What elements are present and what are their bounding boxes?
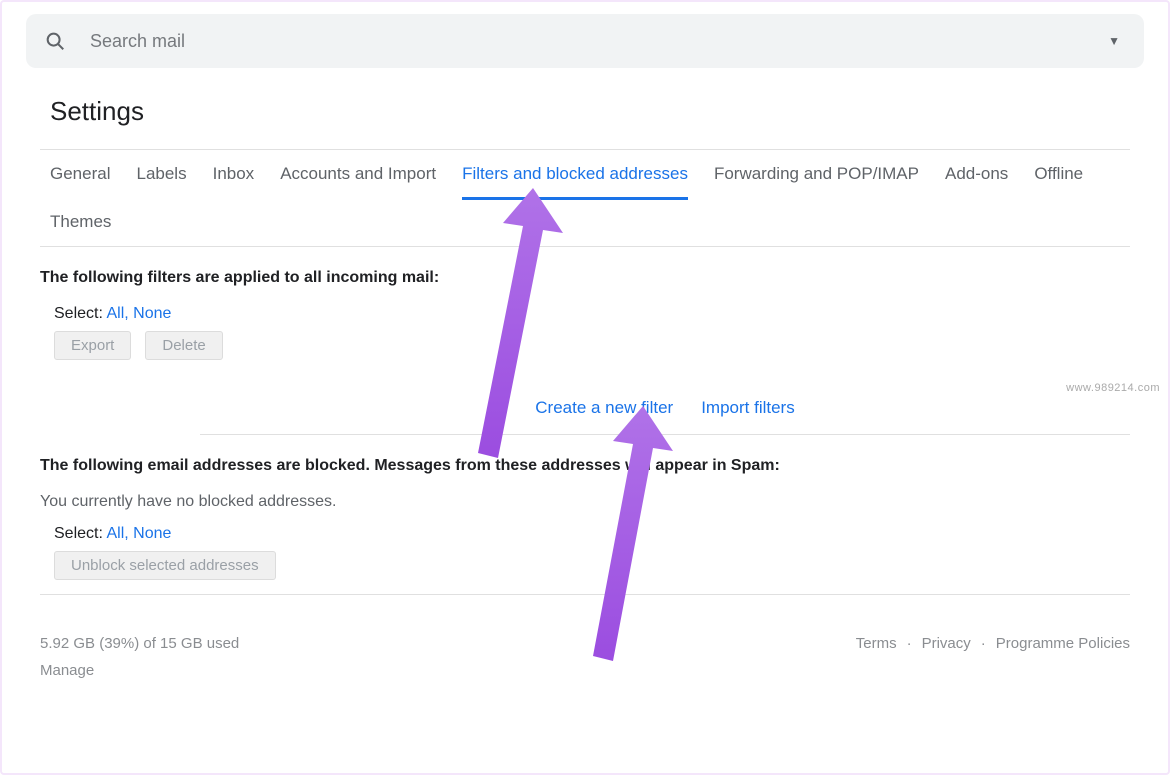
search-icon — [44, 30, 66, 52]
filters-section: The following filters are applied to all… — [40, 247, 1130, 374]
search-bar[interactable]: ▼ — [26, 14, 1144, 68]
manage-storage-link[interactable]: Manage — [40, 662, 239, 679]
tab-labels[interactable]: Labels — [136, 164, 186, 184]
filter-action-links: Create a new filter Import filters — [200, 374, 1130, 435]
delete-button[interactable]: Delete — [145, 331, 222, 360]
terms-link[interactable]: Terms — [856, 635, 897, 679]
create-new-filter-link[interactable]: Create a new filter — [535, 398, 673, 418]
programme-policies-link[interactable]: Programme Policies — [996, 635, 1130, 679]
privacy-link[interactable]: Privacy — [922, 635, 971, 679]
blocked-heading: The following email addresses are blocke… — [40, 457, 1130, 475]
blocked-empty-text: You currently have no blocked addresses. — [40, 493, 1130, 511]
tab-themes[interactable]: Themes — [50, 212, 111, 232]
blocked-select-row: Select: All, None — [54, 525, 1130, 543]
settings-tabs: General Labels Inbox Accounts and Import… — [40, 149, 1130, 247]
filters-heading: The following filters are applied to all… — [40, 269, 1130, 287]
tab-addons[interactable]: Add-ons — [945, 164, 1008, 184]
unblock-button[interactable]: Unblock selected addresses — [54, 551, 276, 580]
blocked-section: The following email addresses are blocke… — [40, 435, 1130, 595]
select-label: Select: — [54, 525, 103, 542]
tab-offline[interactable]: Offline — [1034, 164, 1083, 184]
select-label: Select: — [54, 305, 103, 322]
page-title: Settings — [50, 96, 1144, 127]
tab-inbox[interactable]: Inbox — [213, 164, 255, 184]
import-filters-link[interactable]: Import filters — [701, 398, 795, 418]
watermark-text: www.989214.com — [1066, 382, 1160, 394]
tab-filters-blocked[interactable]: Filters and blocked addresses — [462, 164, 688, 184]
select-all-link[interactable]: All — [106, 305, 124, 322]
select-none-link[interactable]: None — [133, 525, 171, 542]
footer: 5.92 GB (39%) of 15 GB used Manage Terms… — [40, 595, 1130, 679]
tab-accounts-import[interactable]: Accounts and Import — [280, 164, 436, 184]
tab-forwarding-pop-imap[interactable]: Forwarding and POP/IMAP — [714, 164, 919, 184]
tab-general[interactable]: General — [50, 164, 110, 184]
filters-select-row: Select: All, None — [54, 305, 1130, 323]
search-input[interactable] — [90, 31, 1102, 52]
select-all-link[interactable]: All — [106, 525, 124, 542]
export-button[interactable]: Export — [54, 331, 131, 360]
select-none-link[interactable]: None — [133, 305, 171, 322]
storage-usage: 5.92 GB (39%) of 15 GB used — [40, 635, 239, 652]
search-options-dropdown-icon[interactable]: ▼ — [1102, 28, 1126, 54]
